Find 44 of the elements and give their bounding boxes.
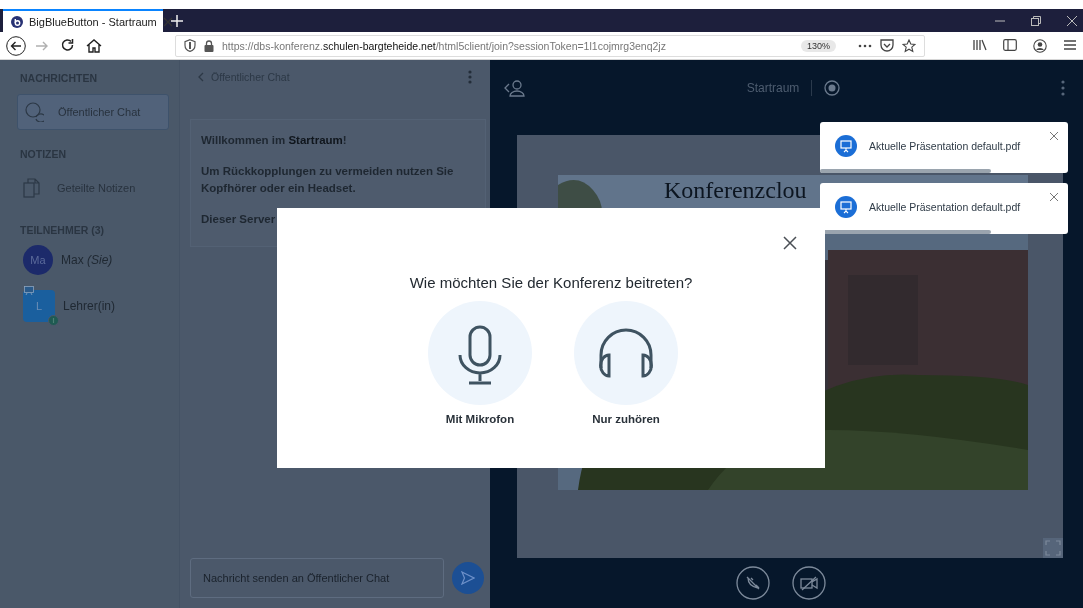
chat-bubbles-icon [24, 102, 44, 122]
library-icon[interactable] [973, 38, 987, 51]
shield-icon [184, 39, 196, 52]
more-icon[interactable] [858, 43, 872, 48]
welcome-message: Willkommen im Startraum! [201, 133, 348, 148]
notification-text: Aktuelle Präsentation default.pdf [869, 139, 1021, 152]
sidebar-icon[interactable] [1003, 38, 1017, 51]
tab-title: BigBlueButton - Startraum [29, 15, 157, 28]
star-icon[interactable] [902, 38, 916, 53]
welcome-message: Dieser Server [201, 212, 277, 227]
room-title: Startraum [746, 80, 800, 95]
close-icon[interactable] [162, 16, 173, 27]
record-icon[interactable] [824, 79, 841, 96]
address-bar[interactable]: https://dbs-konferenz.schulen-bargteheide.net/html5client/join?sessionToken=1l1cojmrg3enq2jz 130% [175, 34, 925, 57]
hide-users-icon[interactable] [504, 78, 526, 97]
welcome-message: Um Rückkopplungen zu vermeiden nutzen Sie Kopfhörer oder ein Headset. [201, 164, 455, 196]
documents-icon [23, 178, 43, 198]
close-icon[interactable] [783, 236, 797, 250]
dialog-title: Wie möchten Sie der Konferenz beitreten? [409, 274, 693, 291]
new-tab-icon[interactable] [171, 14, 183, 27]
back-icon[interactable] [6, 35, 26, 56]
user-avatar: Ma [23, 245, 53, 275]
slide-title: Konferenzclou [664, 177, 807, 204]
status-badge-icon [48, 315, 59, 326]
send-icon[interactable] [461, 571, 475, 585]
close-icon[interactable] [1067, 15, 1077, 26]
notification-text: Aktuelle Präsentation default.pdf [869, 200, 1021, 213]
chevron-left-icon [198, 72, 204, 82]
app-logo-icon [11, 15, 23, 28]
more-vertical-icon[interactable] [1061, 79, 1065, 96]
zoom-level-badge[interactable]: 130% [800, 39, 836, 52]
camera-off-icon[interactable] [791, 566, 826, 600]
lock-icon [204, 39, 214, 52]
presenter-icon [24, 286, 34, 295]
message-input-field[interactable]: Nachricht senden an Öffentlicher Chat [190, 558, 444, 598]
presentation-icon [835, 195, 857, 218]
presentation-icon [835, 134, 857, 157]
url-text: https://dbs-konferenz.schulen-bargteheide.net/html5client/join?sessionToken=1l1cojmrg3enq2jz [222, 39, 666, 52]
phone-off-icon[interactable] [735, 566, 770, 600]
user-avatar: L [23, 290, 55, 322]
pocket-icon[interactable] [880, 39, 894, 52]
restore-icon[interactable] [1031, 15, 1041, 26]
menu-icon[interactable] [1063, 38, 1077, 51]
account-icon[interactable] [1033, 38, 1047, 53]
